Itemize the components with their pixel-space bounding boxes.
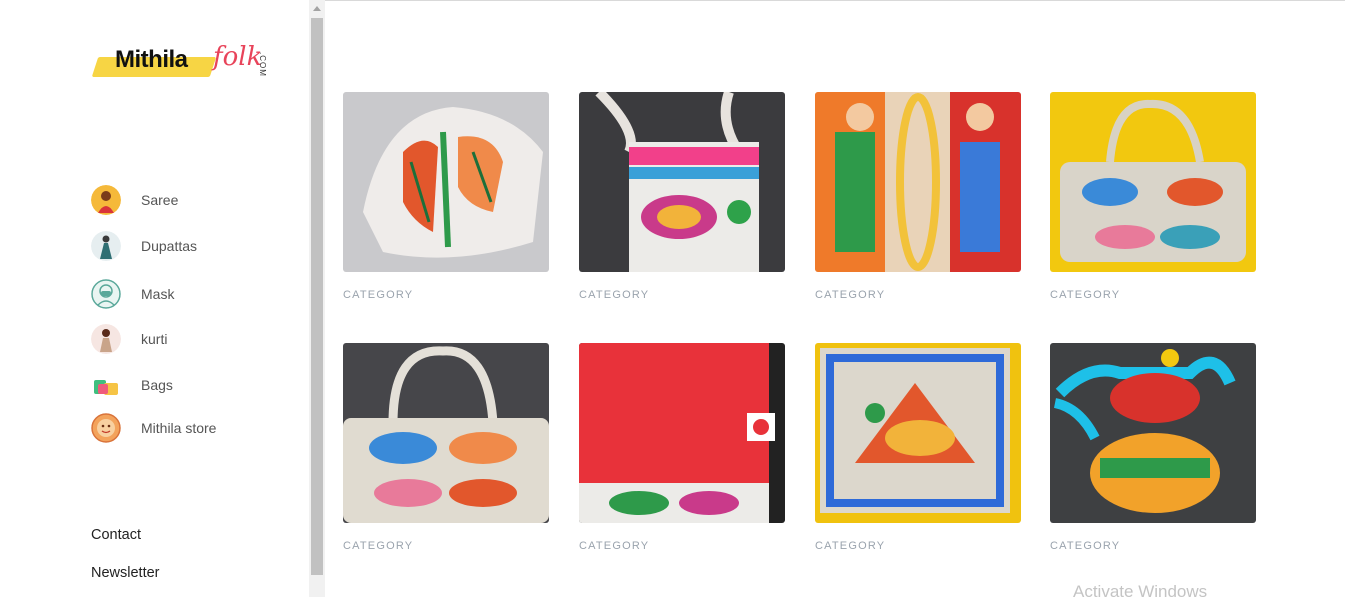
sidebar-item-saree[interactable]: Saree <box>91 185 178 215</box>
product-image-kettle[interactable] <box>1050 343 1256 523</box>
store-avatar-icon <box>91 413 121 443</box>
product-category-label: CATEGORY <box>815 540 886 552</box>
product-category-label: CATEGORY <box>343 540 414 552</box>
sidebar-item-mithila-store[interactable]: Mithila store <box>91 413 216 443</box>
activate-windows-watermark: Activate Windows <box>1073 582 1208 601</box>
sidebar-item-label: kurti <box>141 331 168 347</box>
sidebar-item-kurti[interactable]: kurti <box>91 324 167 354</box>
top-divider <box>325 0 1345 1</box>
product-category-label: CATEGORY <box>1050 289 1121 301</box>
sidebar-item-label: Mithila store <box>141 420 217 436</box>
product-category-label: CATEGORY <box>579 540 650 552</box>
product-category-label: CATEGORY <box>1050 540 1121 552</box>
scroll-up-arrow-icon[interactable] <box>313 6 321 11</box>
sidebar-scrollbar[interactable] <box>309 0 325 597</box>
sidebar-item-label: Bags <box>141 377 173 393</box>
brand-logo[interactable]: Mithila folk .COM <box>91 40 285 90</box>
product-image-mask[interactable] <box>343 92 549 272</box>
product-image-painting[interactable] <box>815 92 1021 272</box>
product-image-handbag-yellow[interactable] <box>1050 92 1256 272</box>
product-card[interactable]: CATEGORY <box>815 343 1021 552</box>
product-card[interactable]: CATEGORY <box>815 92 1021 301</box>
sidebar-item-bags[interactable]: Bags <box>91 370 173 400</box>
product-card[interactable]: CATEGORY <box>579 343 785 552</box>
sidebar-item-label: Dupattas <box>141 238 198 254</box>
bags-avatar-icon <box>91 370 121 400</box>
product-category-label: CATEGORY <box>343 289 414 301</box>
product-image-handbag[interactable] <box>343 343 549 523</box>
sidebar-item-dupattas[interactable]: Dupattas <box>91 231 197 261</box>
sidebar-item-label: Saree <box>141 192 179 208</box>
product-card[interactable]: CATEGORY <box>1050 92 1256 301</box>
product-category-label: CATEGORY <box>815 289 886 301</box>
product-card[interactable]: CATEGORY <box>579 92 785 301</box>
product-card[interactable]: CATEGORY <box>1050 343 1256 552</box>
product-image-sling-bag[interactable] <box>579 92 785 272</box>
product-card[interactable]: CATEGORY <box>343 343 549 552</box>
kurti-avatar-icon <box>91 324 121 354</box>
scrollbar-thumb[interactable] <box>311 18 323 575</box>
saree-avatar-icon <box>91 185 121 215</box>
product-image-folder[interactable] <box>579 343 785 523</box>
product-card[interactable]: CATEGORY <box>343 92 549 301</box>
sidebar-item-mask[interactable]: Mask <box>91 279 174 309</box>
product-image-square-bag[interactable] <box>815 343 1021 523</box>
newsletter-link[interactable]: Newsletter <box>91 565 160 581</box>
mask-avatar-icon <box>91 279 121 309</box>
logo-main-text: Mithila <box>115 46 188 73</box>
dupatta-avatar-icon <box>91 231 121 261</box>
sidebar-item-label: Mask <box>141 286 175 302</box>
logo-suffix-text: .COM <box>258 52 267 77</box>
sidebar: Mithila folk .COM Saree Dupattas Mask ku… <box>0 0 309 597</box>
product-category-label: CATEGORY <box>579 289 650 301</box>
logo-script-text: folk <box>213 42 263 72</box>
contact-link[interactable]: Contact <box>91 527 141 543</box>
